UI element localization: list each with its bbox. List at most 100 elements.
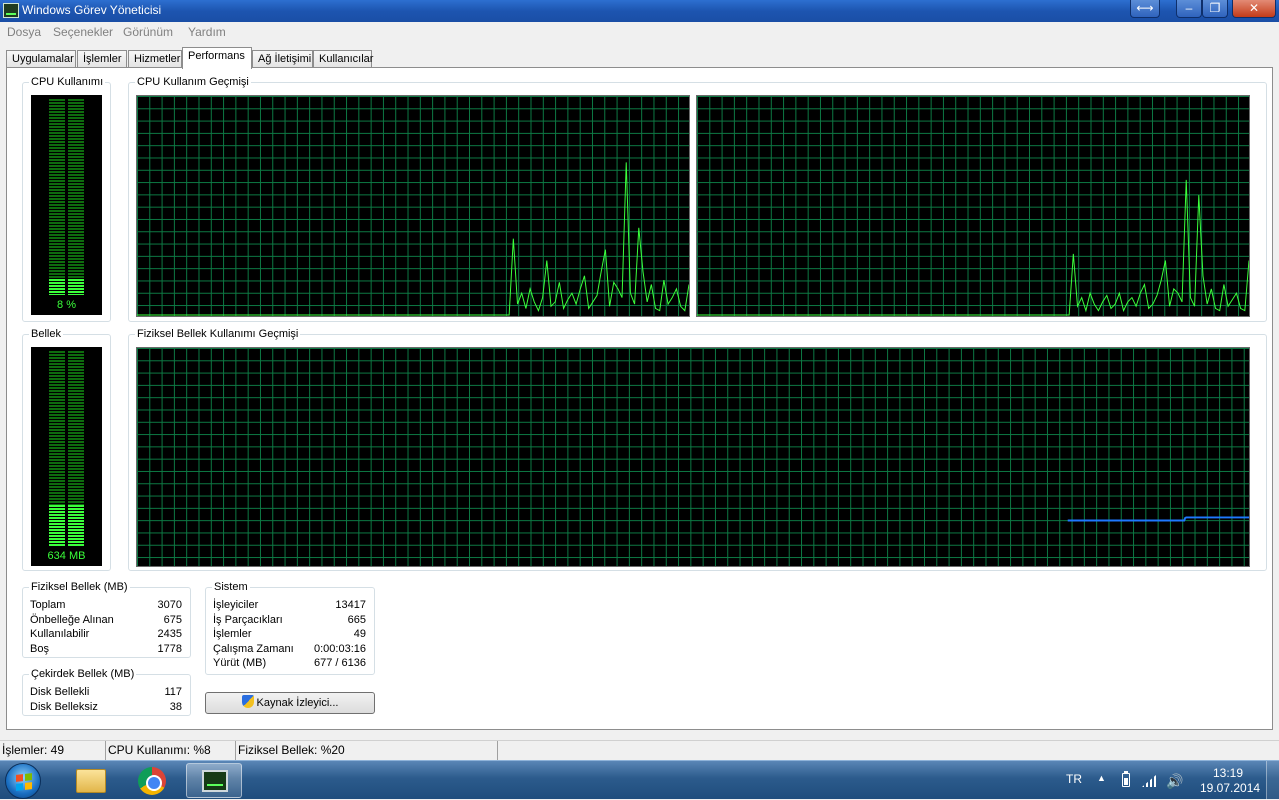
stat-value: 677 / 6136 [314,657,366,669]
maximize-button[interactable]: ❐ [1202,0,1228,18]
performance-panel: CPU Kullanımı 8 % CPU Kullanım Geçmişi B… [6,67,1273,730]
stat-value: 38 [169,701,182,713]
stat-key: Çalışma Zamanı [213,643,294,655]
uac-shield-icon [241,695,254,708]
stat-row-isleyiciler: İşleyiciler 13417 [213,598,366,612]
stat-row-calisma-zamani: Çalışma Zamanı 0:00:03:16 [213,642,366,656]
folder-icon [76,769,106,793]
cpu-history-group: CPU Kullanım Geçmişi [128,76,1267,322]
stat-key: Disk Bellekli [30,686,90,698]
stat-row-is-parcaciklari: İş Parçacıkları 665 [213,613,366,627]
taskbar: TR ▲ 🔊 13:19 19.07.2014 [0,760,1279,800]
cpu-meter-value: 8 % [57,299,76,311]
resource-monitor-button[interactable]: Kaynak İzleyici... [205,692,375,714]
resize-arrows-button[interactable]: ⟷ [1130,0,1160,18]
menu-gorunum[interactable]: Görünüm [123,25,173,39]
stat-value: 49 [353,628,366,640]
status-bar: İşlemler: 49 CPU Kullanımı: %8 Fiziksel … [0,740,1279,760]
tab-islemler[interactable]: İşlemler [77,50,127,68]
stat-row-yurut: Yürüt (MB) 677 / 6136 [213,656,366,670]
minimize-button[interactable]: – [1176,0,1202,18]
start-button[interactable] [5,763,41,799]
cpu-usage-meter: 8 % [31,95,102,315]
cpu-usage-group: CPU Kullanımı 8 % [22,76,111,322]
status-memory: Fiziksel Bellek: %20 [236,741,498,760]
stat-value: 665 [347,614,366,626]
cpu-meter-background [49,99,84,295]
title-bar[interactable]: Windows Görev Yöneticisi ⟷ – ❐ ✕ [0,0,1279,22]
kernel-memory-group: Çekirdek Bellek (MB) Disk Bellekli 117 Di… [22,668,191,716]
menu-dosya[interactable]: Dosya [7,25,41,39]
window-title: Windows Görev Yöneticisi [22,3,162,17]
menu-yardim[interactable]: Yardım [188,25,226,39]
stat-value: 1778 [157,643,182,655]
system-group: Sistem İşleyiciler 13417 İş Parçacıkları 6… [205,581,375,675]
task-manager-icon [202,770,228,792]
menu-bar: Dosya Seçenekler Görünüm Yardım [0,22,1279,42]
resource-monitor-label: Kaynak İzleyici... [256,697,339,709]
stat-key: Disk Belleksiz [30,701,98,713]
memory-history-line [1067,516,1249,522]
stat-value: 117 [164,686,182,698]
stat-key: İş Parçacıkları [213,614,283,626]
stat-value: 0:00:03:16 [314,643,366,655]
stat-row-kullanilabilir: Kullanılabilir 2435 [30,627,182,641]
battery-icon[interactable] [1122,771,1130,787]
cpu-history-label: CPU Kullanım Geçmişi [135,76,251,88]
status-cpu: CPU Kullanımı: %8 [106,741,236,760]
tray-expand-arrow-icon[interactable]: ▲ [1097,773,1106,783]
physical-memory-group: Fiziksel Bellek (MB) Toplam 3070 Önbelleğ… [22,581,191,658]
clock-date: 19.07.2014 [1200,781,1261,795]
language-indicator[interactable]: TR [1066,772,1082,786]
stat-row-bos: Boş 1778 [30,642,182,656]
cpu-core2-line [697,179,1249,316]
close-button[interactable]: ✕ [1232,0,1276,18]
stat-key: Önbelleğe Alınan [30,614,114,626]
stat-row-disk-belleksiz: Disk Belleksiz 38 [30,700,182,714]
memory-history-label: Fiziksel Bellek Kullanımı Geçmişi [135,328,301,340]
memory-history-graph [136,347,1250,567]
taskbar-chrome[interactable] [124,763,180,798]
status-processes: İşlemler: 49 [0,741,106,760]
tab-uygulamalar[interactable]: Uygulamalar [6,50,76,68]
memory-history-group: Fiziksel Bellek Kullanımı Geçmişi [128,328,1267,571]
task-manager-icon [3,3,19,18]
stat-key: Boş [30,643,49,655]
cpu-core1-graph [136,95,690,317]
stat-value: 675 [163,614,182,626]
system-label: Sistem [212,581,250,593]
stat-value: 2435 [157,628,182,640]
menu-secenekler[interactable]: Seçenekler [53,25,113,39]
taskbar-task-manager[interactable] [186,763,242,798]
show-desktop-button[interactable] [1266,761,1279,800]
stat-row-disk-bellekli: Disk Bellekli 117 [30,685,182,699]
volume-icon[interactable]: 🔊 [1166,773,1183,790]
stat-row-islemler: İşlemler 49 [213,627,366,641]
network-signal-icon[interactable] [1142,775,1156,787]
memory-meter-value: 634 MB [47,550,86,562]
tab-performans[interactable]: Performans [182,47,252,69]
kernel-memory-label: Çekirdek Bellek (MB) [29,668,137,680]
cpu-usage-label: CPU Kullanımı [29,76,106,88]
tab-ag-iletisimi[interactable]: Ağ İletişimi [252,50,313,68]
memory-meter-fill [49,505,84,546]
windows-logo-icon [16,773,32,791]
memory-label: Bellek [29,328,63,340]
stat-key: Kullanılabilir [30,628,90,640]
stat-row-onbellek: Önbelleğe Alınan 675 [30,613,182,627]
clock[interactable]: 13:19 19.07.2014 [1200,766,1261,796]
tab-hizmetler[interactable]: Hizmetler [128,50,182,68]
physical-memory-label: Fiziksel Bellek (MB) [29,581,130,593]
taskbar-explorer[interactable] [62,763,118,798]
stat-row-toplam: Toplam 3070 [30,598,182,612]
cpu-core1-line [137,162,689,316]
cpu-meter-fill [49,279,84,295]
stat-key: İşleyiciler [213,599,259,611]
clock-time: 13:19 [1212,766,1244,780]
chrome-icon [138,767,166,795]
stat-key: Toplam [30,599,66,611]
memory-meter: 634 MB [31,347,102,566]
stat-key: İşlemler [213,628,252,640]
tab-kullanicilar[interactable]: Kullanıcılar [313,50,373,68]
stat-key: Yürüt (MB) [213,657,267,669]
